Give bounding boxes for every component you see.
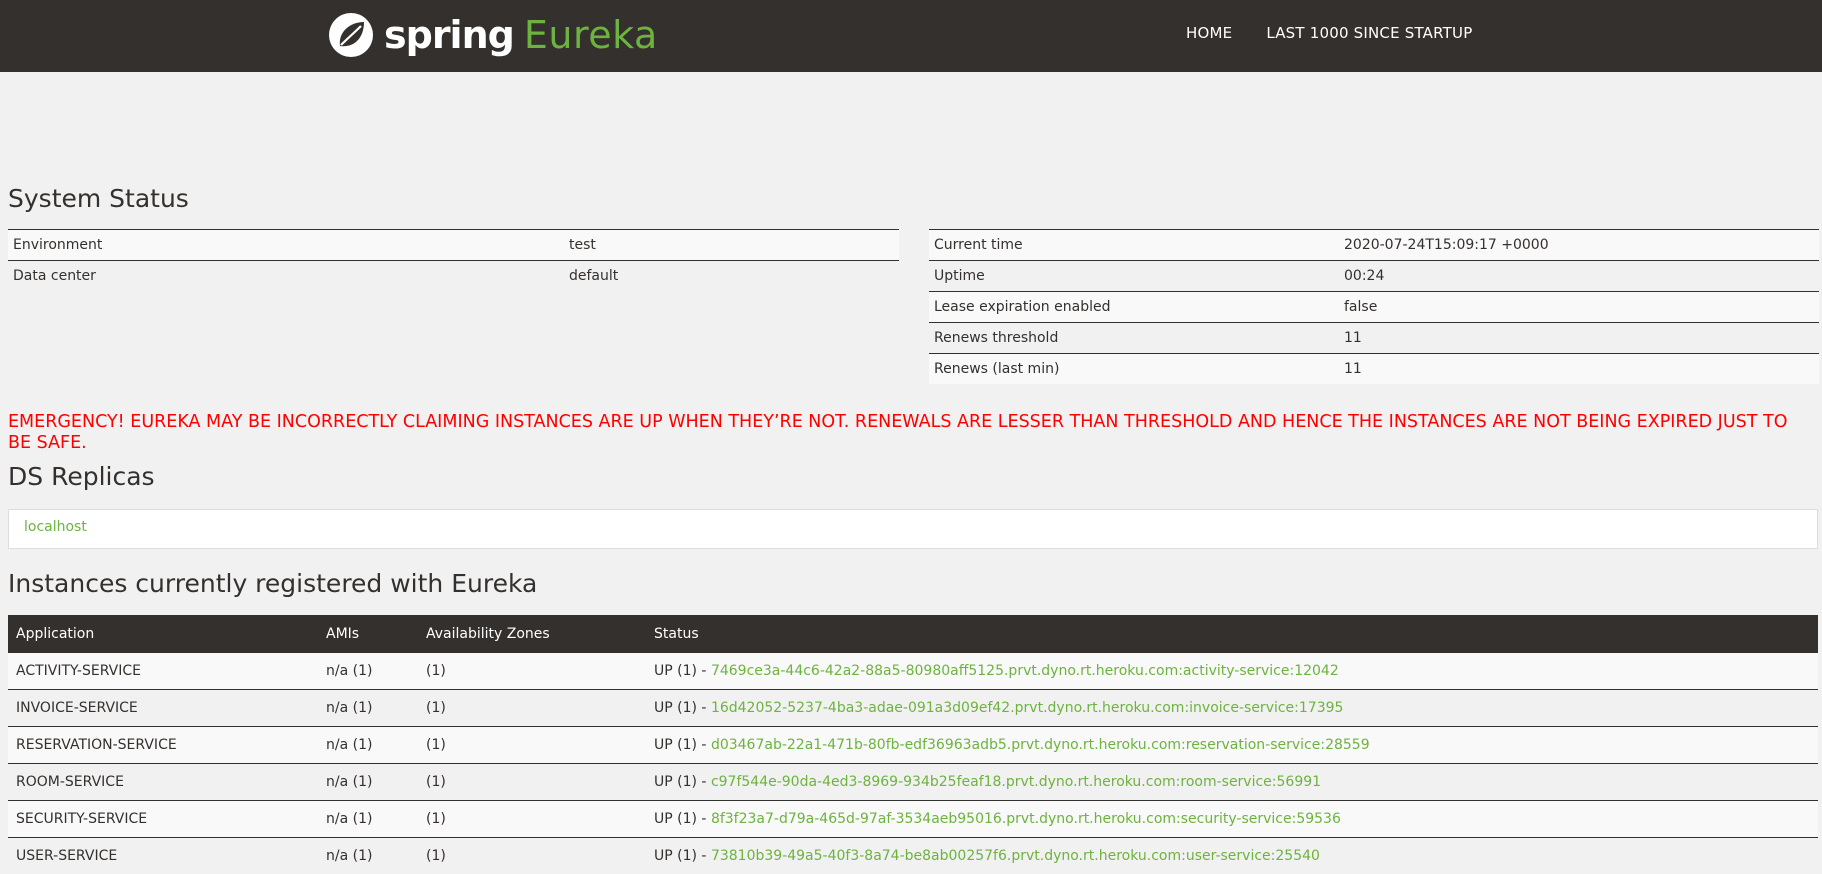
brand-spring-text: spring [384,16,514,54]
ds-replicas-title: DS Replicas [8,462,155,491]
instance-link[interactable]: 8f3f23a7-d79a-465d-97af-3534aeb95016.prv… [711,811,1341,827]
app-name: SECURITY-SERVICE [8,801,318,838]
status-prefix: UP (1) - [654,700,711,716]
status-key: Current time [929,230,1339,261]
table-row: ACTIVITY-SERVICE n/a (1) (1) UP (1) - 74… [8,653,1818,690]
status-prefix: UP (1) - [654,737,711,753]
table-row: ROOM-SERVICE n/a (1) (1) UP (1) - c97f54… [8,764,1818,801]
zone-count: (1) [418,690,646,727]
instance-status: UP (1) - 8f3f23a7-d79a-465d-97af-3534aeb… [646,801,1818,838]
app-name: ROOM-SERVICE [8,764,318,801]
table-row: Lease expiration enabled false [929,292,1819,323]
replica-link[interactable]: localhost [24,519,87,535]
instance-status: UP (1) - 7469ce3a-44c6-42a2-88a5-80980af… [646,653,1818,690]
app-name: USER-SERVICE [8,838,318,874]
nav-home-link[interactable]: HOME [1186,24,1232,42]
instances-table: Application AMIs Availability Zones Stat… [8,615,1818,874]
ami-count: n/a (1) [318,653,418,690]
table-row: Data center default [8,261,899,292]
app-name: INVOICE-SERVICE [8,690,318,727]
ami-count: n/a (1) [318,690,418,727]
ami-count: n/a (1) [318,801,418,838]
ds-replicas-list: localhost [8,509,1818,549]
spring-leaf-icon [328,12,374,58]
instance-link[interactable]: 73810b39-49a5-40f3-8a74-be8ab00257f6.prv… [711,848,1320,864]
zone-count: (1) [418,801,646,838]
table-row: Renews threshold 11 [929,323,1819,354]
system-status-title: System Status [8,184,189,213]
top-navbar: spring Eureka HOME LAST 1000 SINCE START… [0,0,1822,72]
header-availability-zones: Availability Zones [418,615,646,653]
app-name: ACTIVITY-SERVICE [8,653,318,690]
instances-title: Instances currently registered with Eure… [8,569,537,598]
system-status-right-table: Current time 2020-07-24T15:09:17 +0000 U… [929,229,1819,384]
ami-count: n/a (1) [318,727,418,764]
instance-link[interactable]: 7469ce3a-44c6-42a2-88a5-80980aff5125.prv… [711,663,1339,679]
status-value: default [564,261,899,292]
instance-status: UP (1) - 16d42052-5237-4ba3-adae-091a3d0… [646,690,1818,727]
nav-last-1000-link[interactable]: LAST 1000 SINCE STARTUP [1266,24,1472,42]
status-value: 11 [1339,354,1819,385]
zone-count: (1) [418,727,646,764]
status-prefix: UP (1) - [654,663,711,679]
instance-status: UP (1) - d03467ab-22a1-471b-80fb-edf3696… [646,727,1818,764]
status-value: test [564,230,899,261]
status-key: Renews (last min) [929,354,1339,385]
status-key: Uptime [929,261,1339,292]
main-nav: HOME LAST 1000 SINCE STARTUP [1186,24,1506,42]
table-row: Uptime 00:24 [929,261,1819,292]
instance-link[interactable]: c97f544e-90da-4ed3-8969-934b25feaf18.prv… [711,774,1321,790]
status-value: 2020-07-24T15:09:17 +0000 [1339,230,1819,261]
table-row: Environment test [8,230,899,261]
status-key: Renews threshold [929,323,1339,354]
status-prefix: UP (1) - [654,811,711,827]
status-value: 11 [1339,323,1819,354]
table-header-row: Application AMIs Availability Zones Stat… [8,615,1818,653]
table-row: SECURITY-SERVICE n/a (1) (1) UP (1) - 8f… [8,801,1818,838]
header-amis: AMIs [318,615,418,653]
instance-status: UP (1) - c97f544e-90da-4ed3-8969-934b25f… [646,764,1818,801]
ami-count: n/a (1) [318,764,418,801]
zone-count: (1) [418,653,646,690]
instance-status: UP (1) - 73810b39-49a5-40f3-8a74-be8ab00… [646,838,1818,874]
zone-count: (1) [418,764,646,801]
status-key: Environment [8,230,564,261]
status-prefix: UP (1) - [654,774,711,790]
table-row: USER-SERVICE n/a (1) (1) UP (1) - 73810b… [8,838,1818,874]
app-name: RESERVATION-SERVICE [8,727,318,764]
emergency-warning: EMERGENCY! EUREKA MAY BE INCORRECTLY CLA… [8,412,1798,454]
table-row: INVOICE-SERVICE n/a (1) (1) UP (1) - 16d… [8,690,1818,727]
system-status-left-table: Environment test Data center default [8,229,899,291]
status-prefix: UP (1) - [654,848,711,864]
header-application: Application [8,615,318,653]
status-key: Lease expiration enabled [929,292,1339,323]
brand-logo[interactable]: spring Eureka [328,6,658,64]
header-status: Status [646,615,1818,653]
brand-eureka-text: Eureka [524,16,658,54]
table-row: RESERVATION-SERVICE n/a (1) (1) UP (1) -… [8,727,1818,764]
status-value: 00:24 [1339,261,1819,292]
table-row: Renews (last min) 11 [929,354,1819,385]
instance-link[interactable]: d03467ab-22a1-471b-80fb-edf36963adb5.prv… [711,737,1370,753]
status-key: Data center [8,261,564,292]
ami-count: n/a (1) [318,838,418,874]
table-row: Current time 2020-07-24T15:09:17 +0000 [929,230,1819,261]
zone-count: (1) [418,838,646,874]
status-value: false [1339,292,1819,323]
instance-link[interactable]: 16d42052-5237-4ba3-adae-091a3d09ef42.prv… [711,700,1344,716]
